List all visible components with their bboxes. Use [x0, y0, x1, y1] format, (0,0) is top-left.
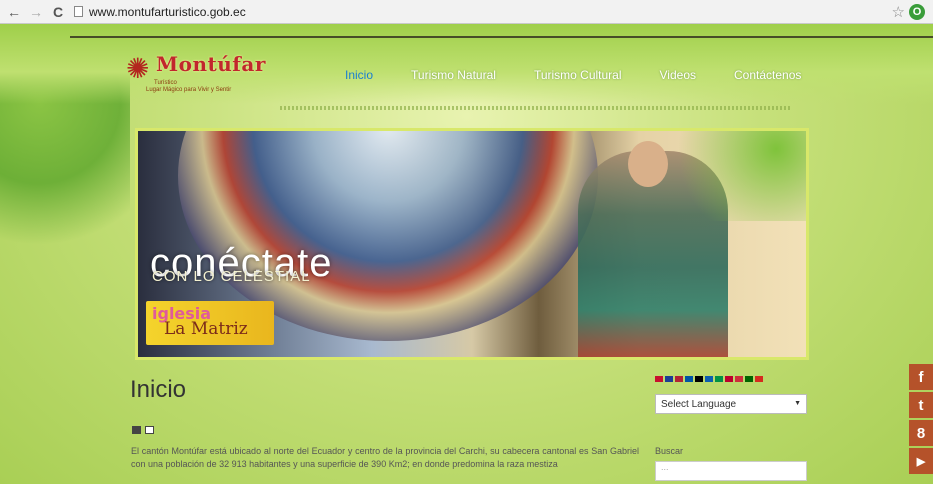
flag-icon[interactable]: [745, 376, 753, 382]
address-bar[interactable]: www.montufarturistico.gob.ec: [74, 3, 246, 21]
flag-icon[interactable]: [675, 376, 683, 382]
site-logo[interactable]: ✺ Montúfar Turístico Lugar Mágico para V…: [118, 50, 288, 102]
language-flags: [655, 376, 765, 382]
reload-icon[interactable]: C: [50, 4, 66, 20]
hero-banner[interactable]: conéctate CON LO CELESTIAL iglesia La Ma…: [135, 128, 809, 360]
language-select[interactable]: Select Language ▼: [655, 394, 807, 414]
intro-paragraph: El cantón Montúfar está ubicado al norte…: [131, 446, 639, 469]
logo-tag: Turístico: [154, 80, 177, 86]
web-page: ✺ Montúfar Turístico Lugar Mágico para V…: [0, 24, 933, 484]
logo-sun-icon: ✺: [126, 53, 150, 84]
bookmark-star-icon[interactable]: ☆: [892, 3, 905, 21]
flag-icon[interactable]: [695, 376, 703, 382]
nav-item-contactenos[interactable]: Contáctenos: [734, 68, 801, 82]
flag-icon[interactable]: [715, 376, 723, 382]
extension-icon[interactable]: O: [909, 4, 925, 20]
flag-icon[interactable]: [725, 376, 733, 382]
nav-item-turismo-natural[interactable]: Turismo Natural: [411, 68, 496, 82]
nav-item-turismo-cultural[interactable]: Turismo Cultural: [534, 68, 622, 82]
twitter-icon[interactable]: t: [909, 392, 933, 418]
banner-tag: iglesia La Matriz: [146, 301, 274, 345]
nav-item-inicio[interactable]: Inicio: [345, 68, 373, 82]
flag-icon[interactable]: [655, 376, 663, 382]
banner-subheadline: CON LO CELESTIAL: [152, 268, 311, 285]
print-icon[interactable]: [132, 426, 141, 434]
youtube-icon[interactable]: ▶: [909, 448, 933, 474]
search-label: Buscar: [655, 446, 684, 456]
header-line: [70, 36, 933, 38]
page-title: Inicio: [130, 376, 187, 403]
flag-icon[interactable]: [665, 376, 673, 382]
email-icon[interactable]: [145, 426, 154, 434]
flag-icon[interactable]: [735, 376, 743, 382]
search-input[interactable]: ...: [655, 461, 807, 481]
logo-title: Montúfar: [156, 52, 266, 76]
logo-slogan: Lugar Mágico para Vivir y Sentir: [146, 87, 232, 93]
banner-leaves: [656, 131, 806, 221]
forward-icon[interactable]: →: [28, 4, 44, 20]
flag-icon[interactable]: [755, 376, 763, 382]
main-nav: Inicio Turismo Natural Turismo Cultural …: [345, 68, 839, 82]
back-icon[interactable]: ←: [6, 4, 22, 20]
page-icon: [74, 6, 83, 17]
facebook-icon[interactable]: f: [909, 364, 933, 390]
flag-icon[interactable]: [705, 376, 713, 382]
nav-divider: [280, 106, 790, 110]
article-tools: [132, 426, 158, 434]
flag-icon[interactable]: [685, 376, 693, 382]
google-plus-icon[interactable]: 8: [909, 420, 933, 446]
nav-item-videos[interactable]: Videos: [660, 68, 696, 82]
language-select-value: Select Language: [661, 398, 737, 410]
chevron-down-icon: ▼: [794, 400, 801, 407]
banner-tag-line2: La Matriz: [164, 319, 248, 339]
url-text[interactable]: www.montufarturistico.gob.ec: [89, 5, 246, 19]
browser-toolbar: ← → C www.montufarturistico.gob.ec ☆ O: [0, 0, 933, 24]
